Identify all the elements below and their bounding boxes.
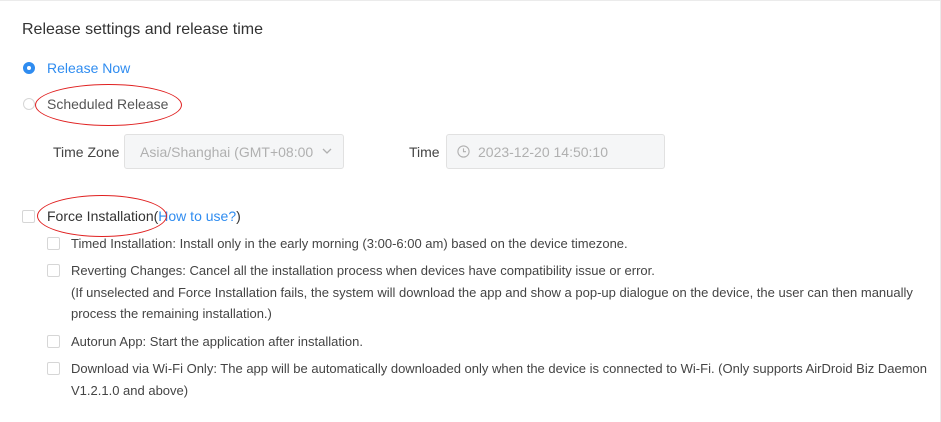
time-picker[interactable]: 2023-12-20 14:50:10 [446,134,665,169]
close-paren: ) [236,208,241,224]
time-label: Time [409,144,440,160]
time-value: 2023-12-20 14:50:10 [478,143,608,160]
option-line: Autorun App: Start the application after… [71,334,363,349]
release-now-radio[interactable] [23,62,35,74]
release-now-label[interactable]: Release Now [47,60,130,76]
chevron-down-icon [322,148,332,154]
autorun-app-checkbox[interactable] [47,335,60,348]
option-line: Reverting Changes: Cancel all the instal… [71,263,655,278]
reverting-changes-text: Reverting Changes: Cancel all the instal… [71,260,932,325]
option-line: Download via Wi-Fi Only: The app will be… [71,361,927,398]
timed-installation-option: Timed Installation: Install only in the … [47,233,932,255]
wifi-only-checkbox[interactable] [47,362,60,375]
timezone-label: Time Zone [53,144,120,160]
force-installation-label[interactable]: Force Installation [47,208,154,224]
how-to-use-link[interactable]: How to use? [158,208,236,224]
reverting-changes-option: Reverting Changes: Cancel all the instal… [47,260,932,325]
timed-installation-text: Timed Installation: Install only in the … [71,233,932,255]
autorun-app-option: Autorun App: Start the application after… [47,331,932,353]
section-title: Release settings and release time [22,21,264,38]
scheduled-release-radio[interactable] [23,98,35,110]
clock-icon [457,145,470,158]
release-now-option[interactable]: Release Now [23,60,130,76]
timezone-value: Asia/Shanghai (GMT+08:00 [140,143,314,160]
option-note: (If unselected and Force Installation fa… [71,284,913,322]
timed-installation-checkbox[interactable] [47,237,60,250]
scheduled-release-label[interactable]: Scheduled Release [47,96,168,112]
wifi-only-text: Download via Wi-Fi Only: The app will be… [71,358,932,401]
timezone-select[interactable]: Asia/Shanghai (GMT+08:00 [124,134,344,169]
force-installation-option: Force Installation(How to use?) [22,208,241,224]
force-installation-checkbox[interactable] [22,209,35,223]
release-settings-panel: Release settings and release time Releas… [0,0,941,422]
scheduled-release-option[interactable]: Scheduled Release [23,96,168,112]
reverting-changes-checkbox[interactable] [47,264,60,277]
wifi-only-option: Download via Wi-Fi Only: The app will be… [47,358,932,401]
option-line: Timed Installation: Install only in the … [71,236,628,251]
autorun-app-text: Autorun App: Start the application after… [71,331,932,353]
